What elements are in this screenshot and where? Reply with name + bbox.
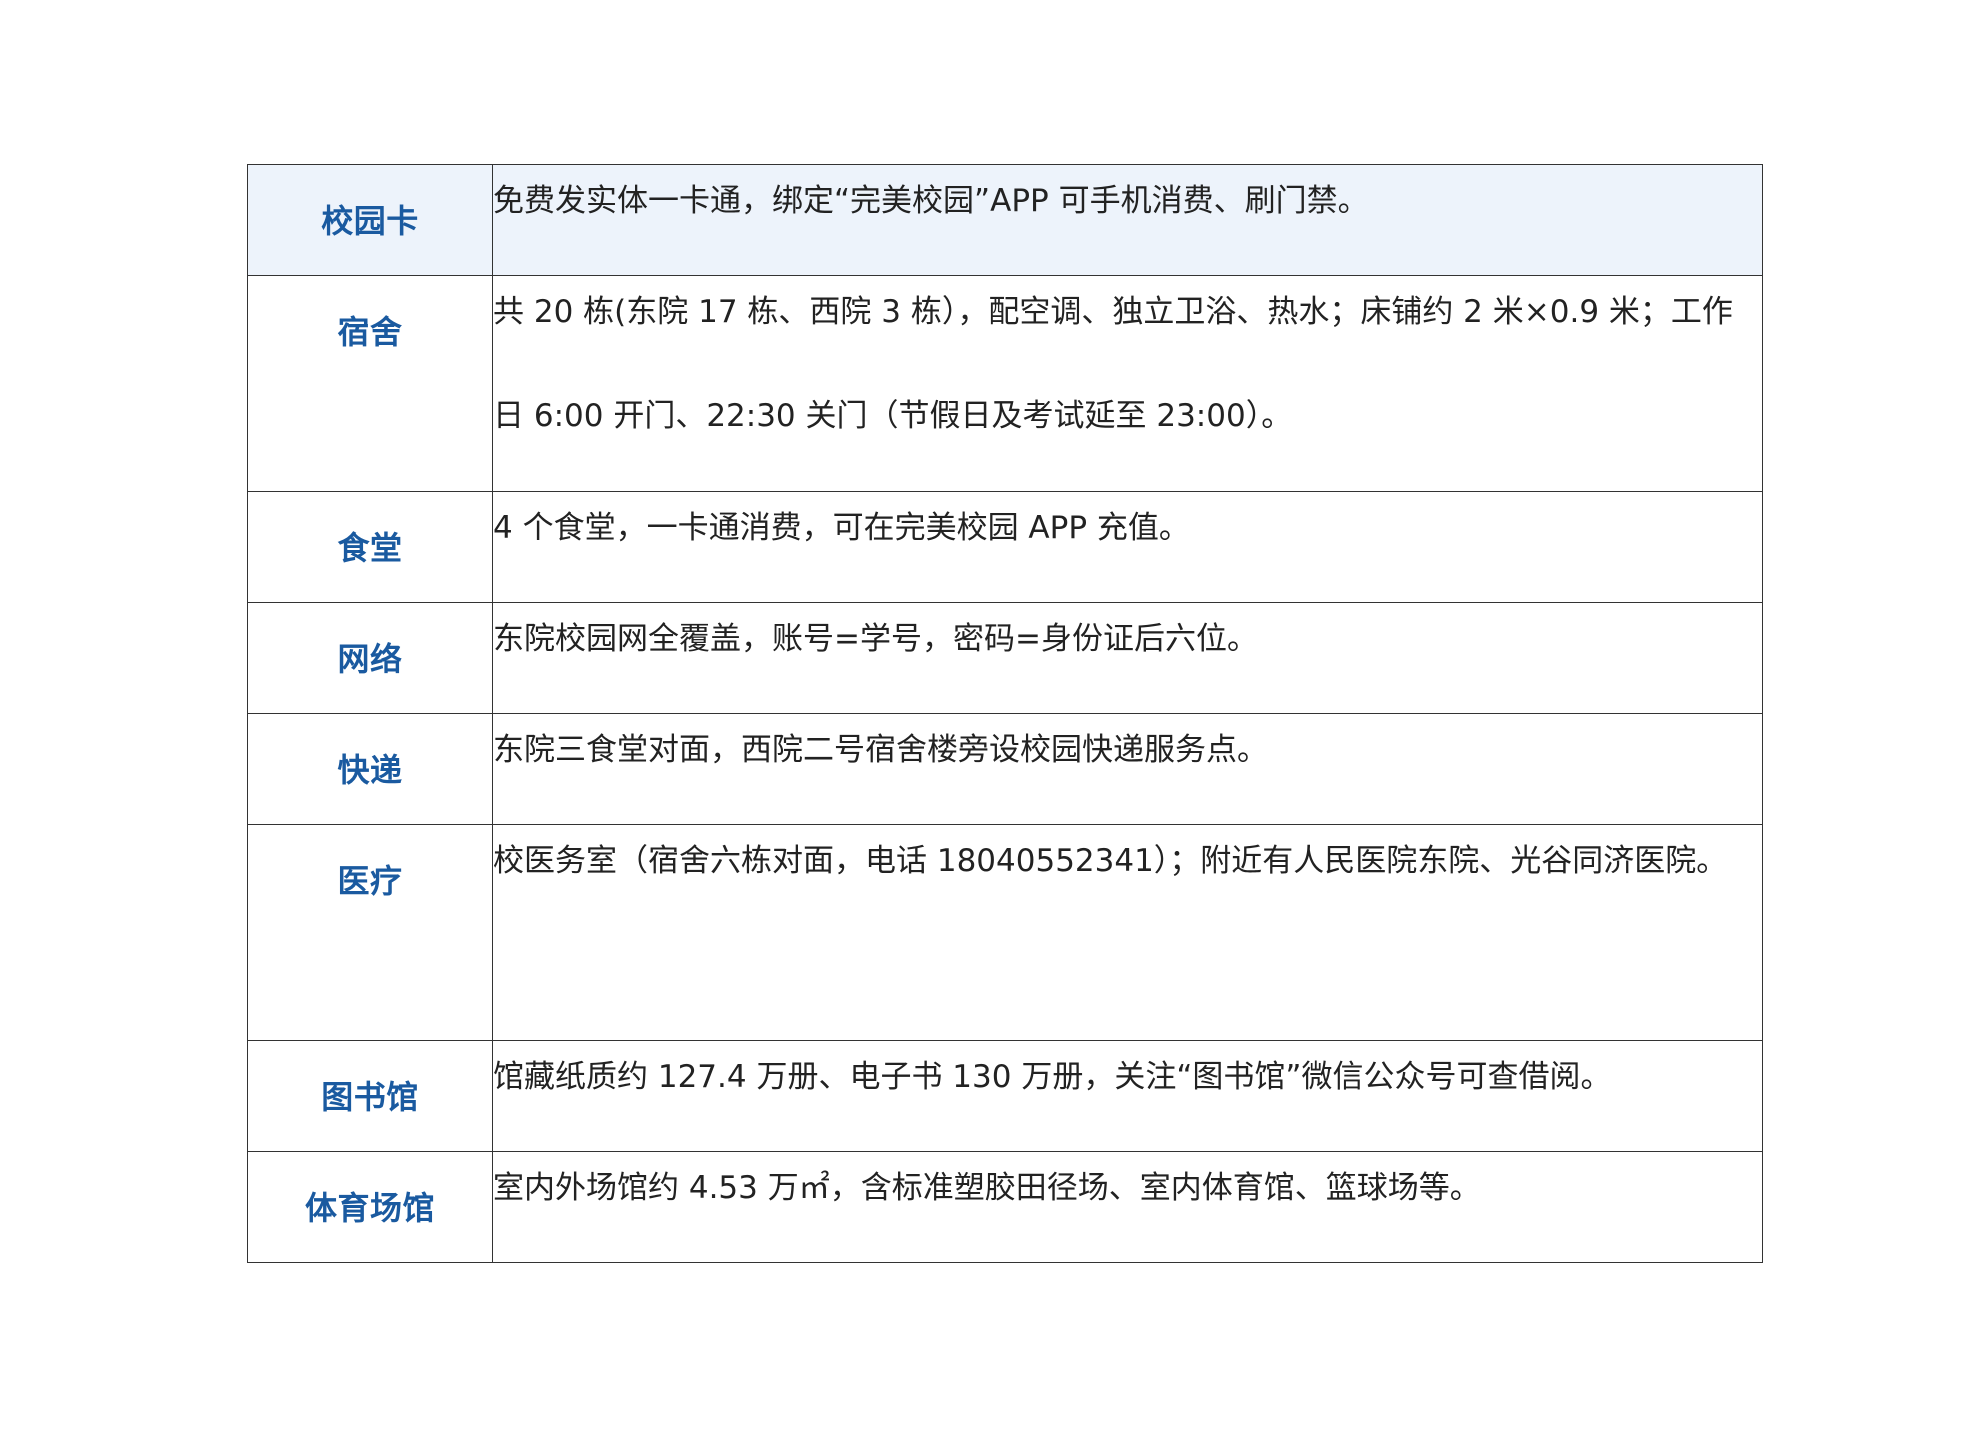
row-content: 校医务室（宿舍六栋对面，电话 18040552341）；附近有人民医院东院、光谷… [493, 843, 1728, 879]
document-page: 校园卡 免费发实体一卡通，绑定“完美校园”APP 可手机消费、刷门禁。 宿舍 共… [0, 0, 1984, 1436]
row-label-cell: 食堂 [247, 491, 493, 603]
row-label: 快递 [337, 751, 403, 789]
row-content-cell: 东院校园网全覆盖，账号=学号，密码=身份证后六位。 [492, 602, 1763, 714]
row-label: 网络 [337, 640, 403, 678]
campus-info-table: 校园卡 免费发实体一卡通，绑定“完美校园”APP 可手机消费、刷门禁。 宿舍 共… [247, 164, 1763, 1263]
row-content-cell: 东院三食堂对面，西院二号宿舍楼旁设校园快递服务点。 [492, 713, 1763, 825]
row-content: 东院三食堂对面，西院二号宿舍楼旁设校园快递服务点。 [493, 732, 1268, 768]
row-label-cell: 医疗 [247, 824, 493, 1041]
table-row-campus-card: 校园卡 免费发实体一卡通，绑定“完美校园”APP 可手机消费、刷门禁。 [247, 164, 1763, 276]
row-label: 食堂 [337, 529, 403, 567]
row-content: 东院校园网全覆盖，账号=学号，密码=身份证后六位。 [493, 621, 1258, 657]
row-label: 宿舍 [337, 313, 403, 351]
table-row-canteen: 食堂 4 个食堂，一卡通消费，可在完美校园 APP 充值。 [247, 491, 1763, 603]
row-label: 校园卡 [321, 202, 419, 240]
row-label: 体育场馆 [304, 1189, 435, 1227]
row-content-cell: 室内外场馆约 4.53 万㎡，含标准塑胶田径场、室内体育馆、篮球场等。 [492, 1151, 1763, 1263]
row-content: 馆藏纸质约 127.4 万册、电子书 130 万册，关注“图书馆”微信公众号可查… [493, 1059, 1612, 1095]
table-row-sports-venues: 体育场馆 室内外场馆约 4.53 万㎡，含标准塑胶田径场、室内体育馆、篮球场等。 [247, 1151, 1763, 1263]
row-content: 4 个食堂，一卡通消费，可在完美校园 APP 充值。 [493, 510, 1190, 546]
row-label: 医疗 [337, 862, 403, 900]
table-row-library: 图书馆 馆藏纸质约 127.4 万册、电子书 130 万册，关注“图书馆”微信公… [247, 1040, 1763, 1152]
row-label-cell: 快递 [247, 713, 493, 825]
row-label-cell: 体育场馆 [247, 1151, 493, 1263]
table-row-dormitory: 宿舍 共 20 栋(东院 17 栋、西院 3 栋），配空调、独立卫浴、热水；床铺… [247, 275, 1763, 492]
row-label: 图书馆 [321, 1078, 419, 1116]
row-content: 室内外场馆约 4.53 万㎡，含标准塑胶田径场、室内体育馆、篮球场等。 [493, 1170, 1481, 1206]
row-content: 免费发实体一卡通，绑定“完美校园”APP 可手机消费、刷门禁。 [493, 183, 1369, 219]
row-content-cell: 4 个食堂，一卡通消费，可在完美校园 APP 充值。 [492, 491, 1763, 603]
row-label-cell: 图书馆 [247, 1040, 493, 1152]
table-row-network: 网络 东院校园网全覆盖，账号=学号，密码=身份证后六位。 [247, 602, 1763, 714]
row-content: 共 20 栋(东院 17 栋、西院 3 栋），配空调、独立卫浴、热水；床铺约 2… [493, 294, 1733, 434]
table-row-medical: 医疗 校医务室（宿舍六栋对面，电话 18040552341）；附近有人民医院东院… [247, 824, 1763, 1041]
row-content-cell: 共 20 栋(东院 17 栋、西院 3 栋），配空调、独立卫浴、热水；床铺约 2… [492, 275, 1763, 492]
row-label-cell: 网络 [247, 602, 493, 714]
row-content-cell: 免费发实体一卡通，绑定“完美校园”APP 可手机消费、刷门禁。 [492, 164, 1763, 276]
row-label-cell: 宿舍 [247, 275, 493, 492]
row-content-cell: 馆藏纸质约 127.4 万册、电子书 130 万册，关注“图书馆”微信公众号可查… [492, 1040, 1763, 1152]
row-content-cell: 校医务室（宿舍六栋对面，电话 18040552341）；附近有人民医院东院、光谷… [492, 824, 1763, 1041]
table-row-express: 快递 东院三食堂对面，西院二号宿舍楼旁设校园快递服务点。 [247, 713, 1763, 825]
row-label-cell: 校园卡 [247, 164, 493, 276]
